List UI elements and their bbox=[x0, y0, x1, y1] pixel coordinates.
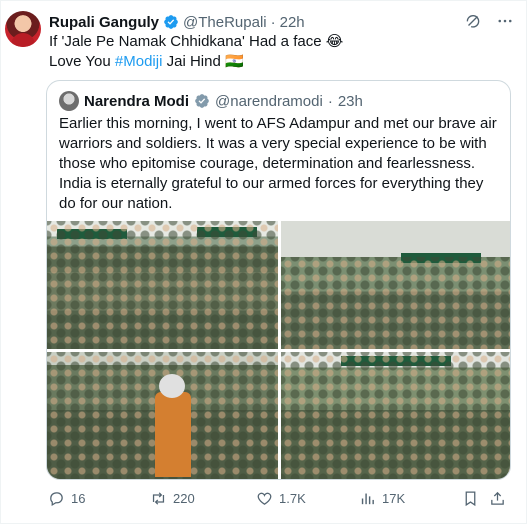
soldiers-group-photo-3[interactable] bbox=[47, 352, 278, 479]
tweet-line-2-prefix: Love You bbox=[49, 53, 115, 70]
author-handle[interactable]: @TheRupali bbox=[183, 14, 267, 31]
reply-button[interactable]: 16 bbox=[48, 490, 85, 507]
quoted-time[interactable]: 23h bbox=[338, 93, 363, 110]
like-icon bbox=[257, 492, 272, 505]
tweet-line-1: If 'Jale Pe Namak Chhidkana' Had a face … bbox=[49, 33, 344, 50]
separator-dot: · bbox=[327, 92, 333, 110]
tweet-time[interactable]: 22h bbox=[280, 14, 305, 31]
quoted-header: Narendra Modi @narendramodi · 23h bbox=[59, 91, 363, 111]
quoted-tweet[interactable]: Narendra Modi @narendramodi · 23h Earlie… bbox=[46, 80, 511, 480]
tweet-header: Rupali Ganguly @TheRupali · 22h bbox=[49, 12, 486, 32]
tweet-text: If 'Jale Pe Namak Chhidkana' Had a face … bbox=[49, 32, 509, 72]
retweet-count: 220 bbox=[173, 491, 195, 506]
quoted-avatar[interactable] bbox=[59, 91, 79, 111]
share-button[interactable] bbox=[489, 490, 506, 507]
tweet-line-2-suffix: Jai Hind 🇮🇳 bbox=[162, 53, 244, 70]
verified-badge-icon bbox=[164, 15, 178, 29]
views-icon bbox=[361, 493, 374, 505]
author-avatar[interactable] bbox=[5, 11, 41, 47]
views-count: 17K bbox=[382, 491, 406, 506]
retweet-icon bbox=[152, 492, 165, 505]
photo-grid bbox=[47, 221, 510, 479]
quoted-text: Earlier this morning, I went to AFS Adam… bbox=[59, 115, 497, 212]
separator-dot: · bbox=[270, 13, 276, 31]
like-button[interactable]: 1.7K bbox=[256, 490, 306, 507]
like-count: 1.7K bbox=[279, 491, 306, 506]
views-button[interactable]: 17K bbox=[359, 490, 405, 507]
tweet-card[interactable]: Rupali Ganguly @TheRupali · 22h If 'Jale… bbox=[0, 0, 527, 524]
author-name[interactable]: Rupali Ganguly bbox=[49, 14, 159, 31]
header-actions bbox=[464, 12, 514, 30]
share-icon bbox=[491, 491, 504, 505]
retweet-button[interactable]: 220 bbox=[150, 490, 195, 507]
quoted-author-handle[interactable]: @narendramodi bbox=[215, 93, 323, 110]
soldiers-group-photo-4[interactable] bbox=[281, 352, 510, 479]
soldiers-group-photo-1[interactable] bbox=[47, 221, 278, 349]
grok-icon[interactable] bbox=[464, 12, 482, 30]
verified-badge-icon bbox=[195, 94, 209, 108]
reply-count: 16 bbox=[71, 491, 86, 506]
tweet-line-2: Love You #Modiji Jai Hind 🇮🇳 bbox=[49, 52, 509, 72]
bookmark-button[interactable] bbox=[462, 490, 479, 507]
bookmark-icon bbox=[465, 491, 476, 507]
more-icon[interactable] bbox=[496, 12, 514, 30]
soldiers-group-photo-2[interactable] bbox=[281, 221, 510, 349]
hashtag-link[interactable]: #Modiji bbox=[115, 53, 163, 70]
quoted-author-name[interactable]: Narendra Modi bbox=[84, 93, 189, 110]
reply-icon bbox=[50, 492, 63, 507]
action-bar: 16 220 1.7K 17K bbox=[46, 490, 516, 512]
